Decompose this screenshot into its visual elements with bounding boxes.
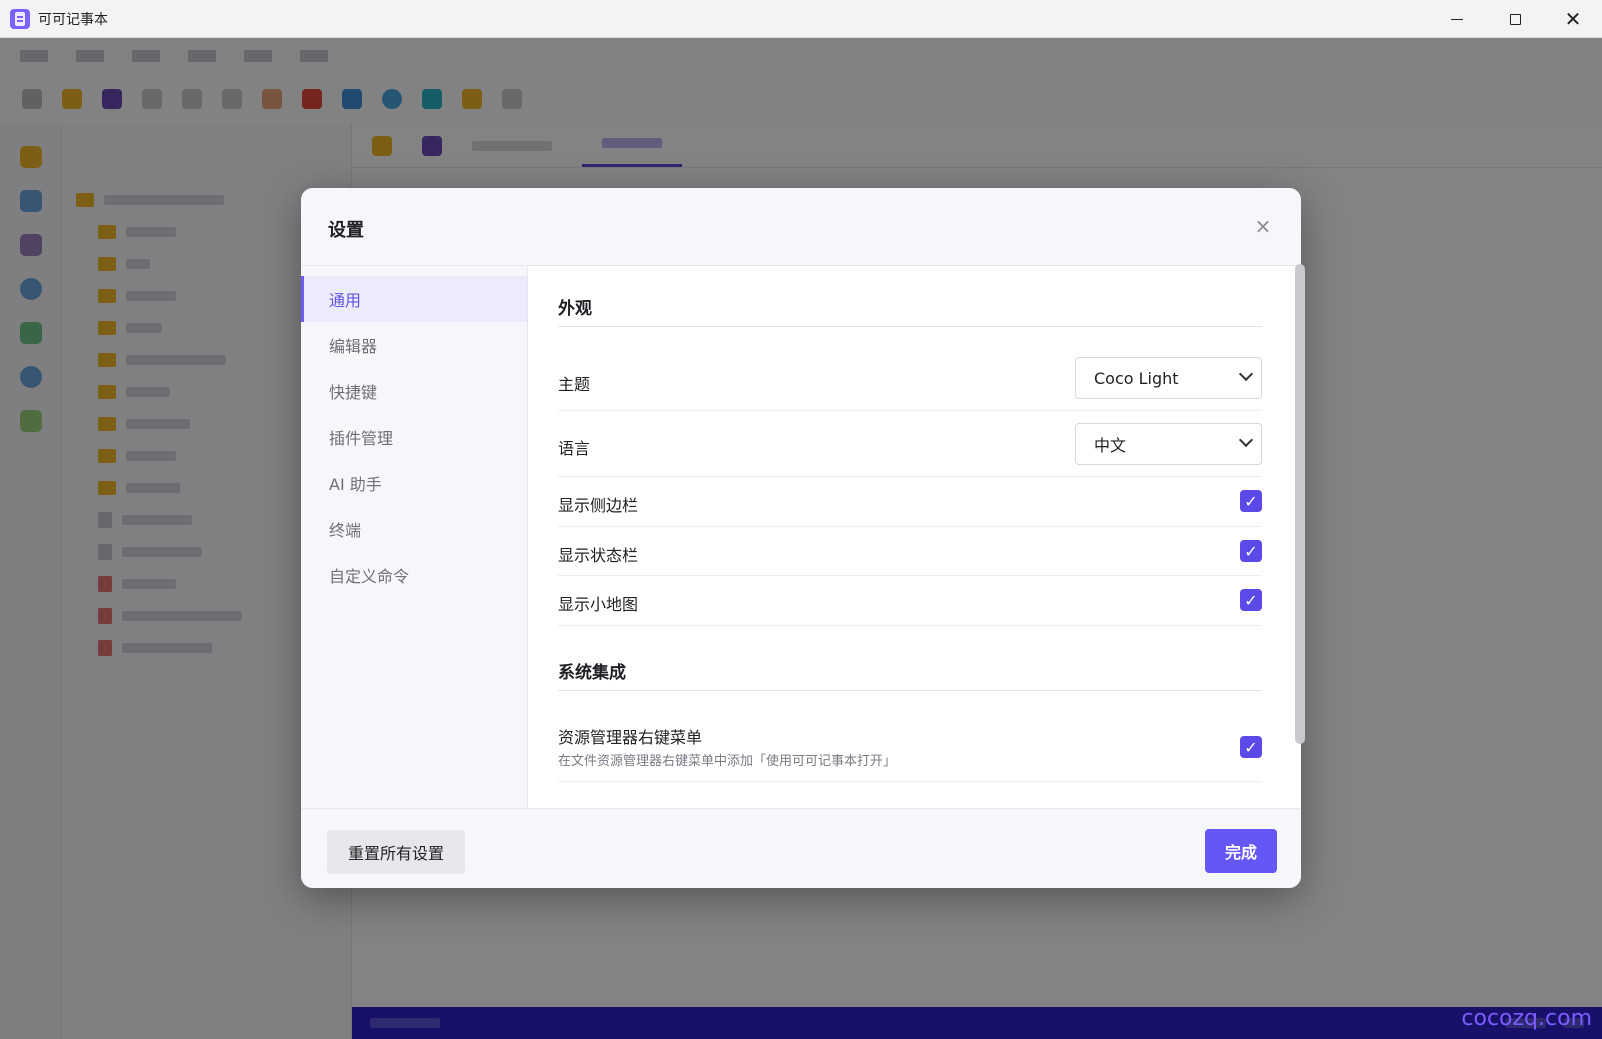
section-title-appearance: 外观	[558, 299, 592, 319]
watermark: cocozq.com	[1461, 1006, 1592, 1031]
setting-row-show-minimap: 显示小地图 ✓	[558, 576, 1262, 626]
dialog-title: 设置	[328, 220, 364, 241]
check-icon: ✓	[1244, 541, 1258, 561]
close-icon: ✕	[1564, 7, 1582, 31]
setting-label-show-sidebar: 显示侧边栏	[558, 496, 639, 515]
settings-nav: 通用 编辑器 快捷键 插件管理 AI 助手 终端 自定义命令	[301, 266, 528, 808]
setting-row-language: 语言 中文	[558, 411, 1262, 477]
settings-dialog: 设置 × 通用 编辑器 快捷键 插件管理 AI 助手 终端 自定义命令 外观 主…	[301, 188, 1301, 888]
show-statusbar-checkbox[interactable]: ✓	[1240, 540, 1262, 562]
theme-select[interactable]: Coco Light	[1075, 357, 1262, 399]
close-window-button[interactable]: ✕	[1544, 0, 1602, 38]
maximize-icon	[1509, 13, 1521, 25]
setting-label-context-menu: 资源管理器右键菜单	[558, 728, 703, 747]
check-icon: ✓	[1244, 491, 1258, 511]
settings-scrollbar[interactable]	[1295, 264, 1305, 744]
setting-label-show-statusbar: 显示状态栏	[558, 546, 639, 565]
dialog-footer: 重置所有设置 完成	[301, 808, 1301, 888]
section-title-system: 系统集成	[558, 663, 626, 683]
reset-all-settings-button[interactable]: 重置所有设置	[327, 830, 465, 874]
window-controls: ✕	[1428, 0, 1602, 38]
chevron-down-icon	[1238, 366, 1254, 382]
section-divider	[558, 690, 1262, 691]
context-menu-checkbox[interactable]: ✓	[1240, 736, 1262, 758]
show-minimap-checkbox[interactable]: ✓	[1240, 589, 1262, 611]
nav-item-general[interactable]: 通用	[301, 276, 527, 322]
show-sidebar-checkbox[interactable]: ✓	[1240, 490, 1262, 512]
setting-row-theme: 主题 Coco Light	[558, 349, 1262, 411]
chevron-down-icon	[1238, 432, 1254, 448]
language-select-value: 中文	[1094, 436, 1127, 455]
dialog-close-button[interactable]: ×	[1249, 212, 1277, 240]
setting-desc-context-menu: 在文件资源管理器右键菜单中添加「使用可可记事本打开」	[558, 754, 897, 769]
done-button[interactable]: 完成	[1205, 829, 1277, 873]
check-icon: ✓	[1244, 590, 1258, 610]
window-title: 可可记事本	[38, 11, 108, 28]
setting-row-show-statusbar: 显示状态栏 ✓	[558, 527, 1262, 576]
settings-content: 外观 主题 Coco Light 语言 中文 显示侧边栏 ✓ 显示状态栏 ✓ 显…	[528, 266, 1301, 808]
setting-row-show-sidebar: 显示侧边栏 ✓	[558, 477, 1262, 527]
close-icon: ×	[1254, 214, 1272, 238]
dialog-header: 设置 ×	[301, 188, 1301, 266]
language-select[interactable]: 中文	[1075, 423, 1262, 465]
app-notepad-icon	[10, 8, 30, 29]
setting-row-context-menu: 资源管理器右键菜单 在文件资源管理器右键菜单中添加「使用可可记事本打开」 ✓	[558, 714, 1262, 782]
setting-label-theme: 主题	[558, 375, 591, 394]
setting-label-show-minimap: 显示小地图	[558, 595, 639, 614]
minimize-button[interactable]	[1428, 0, 1486, 38]
nav-item-plugins[interactable]: 插件管理	[301, 414, 527, 460]
section-divider	[558, 326, 1262, 327]
nav-item-editor[interactable]: 编辑器	[301, 322, 527, 368]
theme-select-value: Coco Light	[1094, 368, 1179, 388]
minimize-icon	[1451, 18, 1463, 20]
check-icon: ✓	[1244, 737, 1258, 757]
maximize-button[interactable]	[1486, 0, 1544, 38]
nav-item-shortcuts[interactable]: 快捷键	[301, 368, 527, 414]
nav-item-ai-assistant[interactable]: AI 助手	[301, 460, 527, 506]
nav-item-custom-commands[interactable]: 自定义命令	[301, 552, 527, 598]
nav-item-terminal[interactable]: 终端	[301, 506, 527, 552]
title-bar: 可可记事本 ✕	[0, 0, 1602, 38]
setting-label-language: 语言	[558, 439, 591, 458]
